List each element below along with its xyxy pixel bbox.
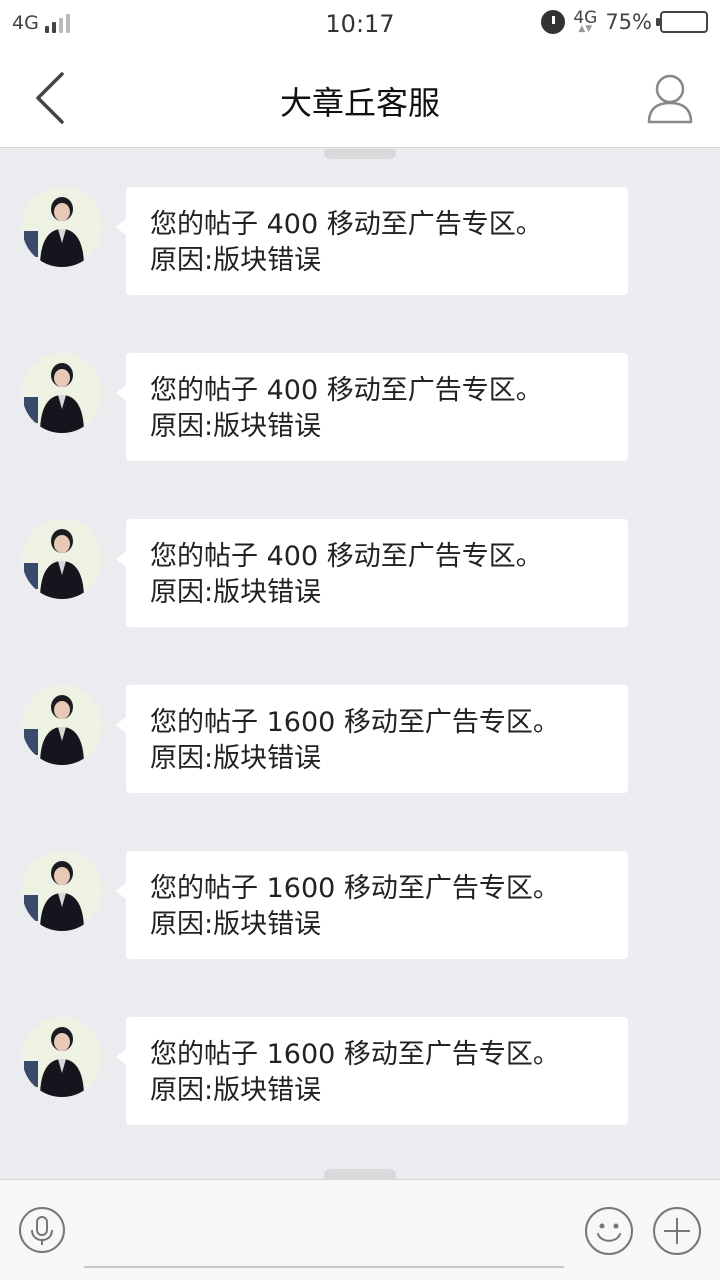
- pull-handle-bottom: [324, 1169, 396, 1179]
- smiley-icon: [585, 1207, 633, 1255]
- message-item: 您的帖子 400 移动至广告专区。 原因:版块错误: [0, 353, 720, 463]
- message-text: 您的帖子 1600 移动至广告专区。: [150, 873, 560, 904]
- avatar[interactable]: [22, 519, 102, 599]
- avatar[interactable]: [22, 851, 102, 931]
- status-bar: 4G 10:17 4G ▲▼ 75%: [0, 0, 720, 50]
- message-item: 您的帖子 1600 移动至广告专区。 原因:版块错误: [0, 1017, 720, 1127]
- microphone-icon: [19, 1207, 65, 1253]
- message-text: 您的帖子 1600 移动至广告专区。: [150, 707, 560, 738]
- voice-button[interactable]: [18, 1206, 66, 1254]
- message-bubble[interactable]: 您的帖子 400 移动至广告专区。 原因:版块错误: [116, 353, 628, 461]
- input-bar: [0, 1179, 720, 1280]
- message-text: 您的帖子 1600 移动至广告专区。: [150, 1039, 560, 1070]
- message-text: 您的帖子 400 移动至广告专区。: [150, 375, 543, 406]
- message-text: 您的帖子 400 移动至广告专区。: [150, 541, 543, 572]
- message-reason: 原因:版块错误: [150, 1075, 322, 1106]
- alarm-icon: [541, 10, 566, 34]
- avatar[interactable]: [22, 685, 102, 765]
- person-icon: [647, 74, 693, 124]
- avatar-image: [22, 685, 102, 765]
- avatar-image: [22, 353, 102, 433]
- pull-handle-top: [324, 149, 396, 159]
- avatar-image: [22, 519, 102, 599]
- profile-button[interactable]: [646, 72, 694, 126]
- avatar[interactable]: [22, 187, 102, 267]
- avatar-image: [22, 187, 102, 267]
- network-type-right: 4G ▲▼: [573, 8, 598, 34]
- emoji-button[interactable]: [584, 1206, 634, 1256]
- message-text: 您的帖子 400 移动至广告专区。: [150, 209, 543, 240]
- message-item: 您的帖子 400 移动至广告专区。 原因:版块错误: [0, 519, 720, 629]
- avatar-image: [22, 851, 102, 931]
- message-item: 您的帖子 1600 移动至广告专区。 原因:版块错误: [0, 851, 720, 961]
- message-item: 您的帖子 1600 移动至广告专区。 原因:版块错误: [0, 685, 720, 795]
- message-item: 您的帖子 400 移动至广告专区。 原因:版块错误: [0, 187, 720, 297]
- status-right: 4G ▲▼ 75%: [541, 10, 708, 34]
- message-input[interactable]: [84, 1198, 564, 1268]
- message-reason: 原因:版块错误: [150, 909, 322, 940]
- plus-circle-icon: [653, 1207, 701, 1255]
- message-reason: 原因:版块错误: [150, 743, 322, 774]
- message-reason: 原因:版块错误: [150, 245, 322, 276]
- battery-icon: [656, 11, 708, 33]
- message-bubble[interactable]: 您的帖子 400 移动至广告专区。 原因:版块错误: [116, 519, 628, 627]
- message-bubble[interactable]: 您的帖子 400 移动至广告专区。 原因:版块错误: [116, 187, 628, 295]
- message-bubble[interactable]: 您的帖子 1600 移动至广告专区。 原因:版块错误: [116, 1017, 628, 1125]
- battery-percent: 75%: [605, 10, 652, 34]
- nav-bar: 大章丘客服: [0, 50, 720, 148]
- message-bubble[interactable]: 您的帖子 1600 移动至广告专区。 原因:版块错误: [116, 851, 628, 959]
- message-bubble[interactable]: 您的帖子 1600 移动至广告专区。 原因:版块错误: [116, 685, 628, 793]
- message-reason: 原因:版块错误: [150, 577, 322, 608]
- more-button[interactable]: [652, 1206, 702, 1256]
- avatar[interactable]: [22, 1017, 102, 1097]
- avatar-image: [22, 1017, 102, 1097]
- chat-list[interactable]: 您的帖子 400 移动至广告专区。 原因:版块错误 您的帖子 400 移动至广告…: [0, 149, 720, 1179]
- message-reason: 原因:版块错误: [150, 411, 322, 442]
- page-title: 大章丘客服: [279, 84, 440, 122]
- avatar[interactable]: [22, 353, 102, 433]
